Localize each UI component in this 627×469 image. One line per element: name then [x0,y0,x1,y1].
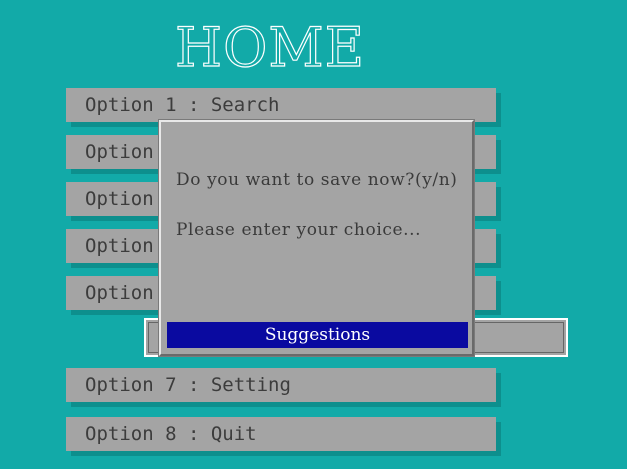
suggestions-bar[interactable]: Suggestions [167,322,468,348]
choice-prompt[interactable]: Please enter your choice... [176,220,421,240]
save-dialog: Do you want to save now?(y/n) Please ent… [159,120,474,356]
page-title: HOME [174,16,366,79]
menu-item-setting[interactable]: Option 7 : Setting [66,368,496,402]
menu-item-search[interactable]: Option 1 : Search [66,88,496,122]
menu-item-quit[interactable]: Option 8 : Quit [66,417,496,451]
save-question: Do you want to save now?(y/n) [176,170,458,190]
